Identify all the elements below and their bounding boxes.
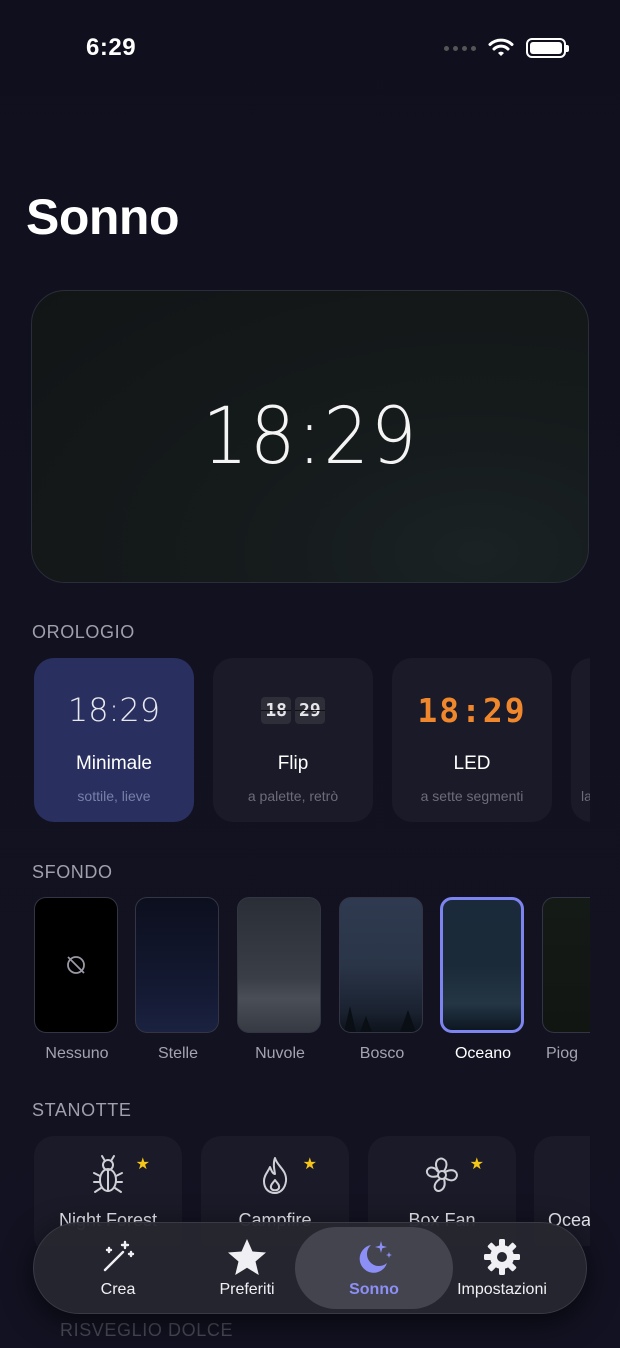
clock-style-description: la — [581, 788, 590, 804]
background-option-ocean[interactable]: Oceano — [440, 897, 526, 1063]
clock-style-description: sottile, lieve — [77, 788, 151, 804]
favorite-star-icon: ★ — [469, 1156, 484, 1173]
background-thumbnail — [339, 897, 423, 1033]
status-time: 6:29 — [86, 34, 137, 61]
tab-label: Preferiti — [219, 1281, 275, 1298]
flip-clock-preview: 18 29 — [261, 696, 325, 724]
tab-label: Crea — [100, 1281, 136, 1298]
tab-preferiti[interactable]: Preferiti — [184, 1227, 310, 1309]
clock-style-led[interactable]: 18:29 LED a sette segmenti — [392, 658, 552, 822]
background-thumbnail — [135, 897, 219, 1033]
tab-impostazioni[interactable]: Impostazioni — [442, 1227, 562, 1309]
section-label-tonight: STANOTTE — [32, 1100, 132, 1120]
background-option-none[interactable]: Nessuno — [34, 897, 120, 1063]
background-thumbnail — [542, 897, 590, 1033]
favorite-star-icon: ★ — [135, 1156, 150, 1173]
tab-label: Sonno — [349, 1281, 399, 1298]
bug-icon — [93, 1155, 123, 1193]
background-label: Oceano — [454, 1045, 512, 1062]
tab-sonno[interactable]: Sonno — [295, 1227, 453, 1309]
clock-style-name: Minimale — [75, 753, 153, 774]
flip-tile-minutes: 29 — [295, 696, 325, 724]
tab-bar: Crea Preferiti Sonno Impostazioni — [33, 1222, 587, 1314]
background-thumbnail — [440, 897, 524, 1033]
clock-style-partial[interactable]: la — [571, 658, 590, 822]
background-label: Nessuno — [45, 1045, 109, 1062]
background-option-stars[interactable]: Stelle — [135, 897, 221, 1063]
no-background-icon — [67, 956, 85, 974]
background-option-rain[interactable]: Piog — [542, 897, 590, 1063]
clock-style-minimal[interactable]: 18:29 Minimale sottile, lieve — [34, 658, 194, 822]
star-icon — [228, 1239, 266, 1275]
section-label-clock: OROLOGIO — [32, 622, 135, 642]
cellular-signal-icon — [444, 45, 476, 51]
flip-tile-hours: 18 — [261, 696, 291, 724]
background-label: Piog — [546, 1045, 579, 1062]
magic-wand-icon — [103, 1240, 135, 1272]
background-label: Stelle — [157, 1045, 199, 1062]
clock-style-carousel[interactable]: 18:29 Minimale sottile, lieve 18 29 Flip… — [34, 658, 590, 824]
page-title: Sonno — [26, 189, 180, 245]
background-label: Nuvole — [255, 1045, 305, 1062]
preview-clock-time: 18:29 — [201, 391, 418, 482]
background-option-forest[interactable]: Bosco — [339, 897, 425, 1063]
favorite-star-icon: ★ — [302, 1156, 317, 1173]
background-label: Bosco — [359, 1045, 405, 1062]
clock-style-name: Flip — [277, 753, 309, 774]
gear-icon — [484, 1239, 520, 1275]
tab-label: Impostazioni — [457, 1281, 547, 1298]
section-label-background: SFONDO — [32, 862, 113, 882]
led-clock-preview: 18:29 — [417, 690, 527, 730]
forest-silhouette — [344, 1006, 416, 1032]
battery-icon — [526, 38, 569, 58]
background-option-clouds[interactable]: Nuvole — [237, 897, 323, 1063]
flame-icon — [263, 1157, 288, 1194]
clock-style-flip[interactable]: 18 29 Flip a palette, retrò — [213, 658, 373, 822]
clock-style-description: a palette, retrò — [247, 788, 339, 804]
moon-stars-icon — [359, 1241, 392, 1273]
background-thumbnail — [34, 897, 118, 1033]
status-indicators — [444, 38, 569, 58]
clock-style-description: a sette segmenti — [420, 788, 524, 804]
background-carousel[interactable]: Nessuno Stelle Nuvole Bosco Oceano Piog — [32, 897, 590, 1067]
minimal-clock-preview: 18:29 — [67, 691, 161, 729]
background-thumbnail — [237, 897, 321, 1033]
section-label-gentle-wake: RISVEGLIO DOLCE — [60, 1320, 234, 1340]
clock-style-name: LED — [453, 753, 491, 774]
tab-crea[interactable]: Crea — [54, 1227, 182, 1309]
clock-preview: 18:29 — [31, 290, 589, 583]
fan-icon — [425, 1157, 458, 1192]
wifi-icon — [488, 38, 514, 56]
